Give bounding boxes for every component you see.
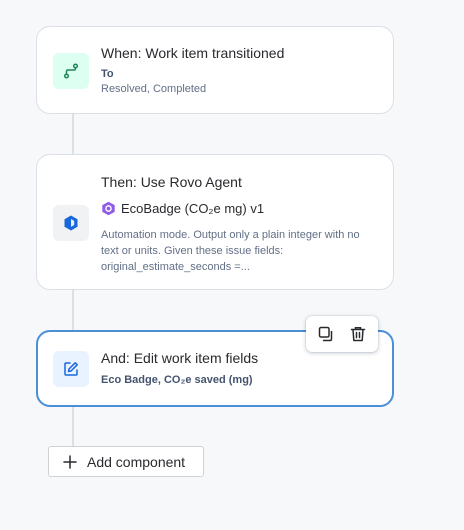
delete-button[interactable] [345,321,371,347]
agent-name-row: EcoBadge (CO₂e mg) v1 [101,201,264,216]
edit-card-fields: Eco Badge, CO₂e saved (mg) [101,374,253,386]
trigger-field-label: To [101,68,114,80]
rovo-hexagon-icon [64,215,78,231]
edit-icon-box [53,351,89,387]
agent-description: Automation mode. Output only a plain int… [101,229,360,273]
agent-icon-box [53,205,89,241]
connector-line-2 [72,290,74,332]
trigger-title: When: Work item transitioned [101,45,285,61]
edit-pencil-icon [64,362,78,376]
add-component-button[interactable]: Add component [48,446,204,477]
rovo-agent-icon [102,201,115,216]
connector-line-3 [72,406,74,448]
trigger-icon-box [53,53,89,89]
duplicate-icon [318,326,333,342]
add-component-label: Add component [87,453,186,470]
trigger-field-value: Resolved, Completed [101,83,207,95]
agent-name: EcoBadge (CO₂e mg) v1 [121,201,265,216]
duplicate-button[interactable] [313,321,339,347]
plus-icon [63,454,77,469]
connector-line-1 [72,113,74,155]
trigger-card[interactable]: When: Work item transitioned To Resolved… [36,26,394,114]
trash-icon [350,327,366,342]
edit-card-title: And: Edit work item fields [101,350,259,366]
agent-card-title: Then: Use Rovo Agent [101,174,242,190]
branch-icon [63,63,79,79]
rovo-agent-card[interactable]: Then: Use Rovo Agent EcoBadge (CO₂e mg) … [36,154,394,290]
card-action-toolbar [306,316,378,352]
